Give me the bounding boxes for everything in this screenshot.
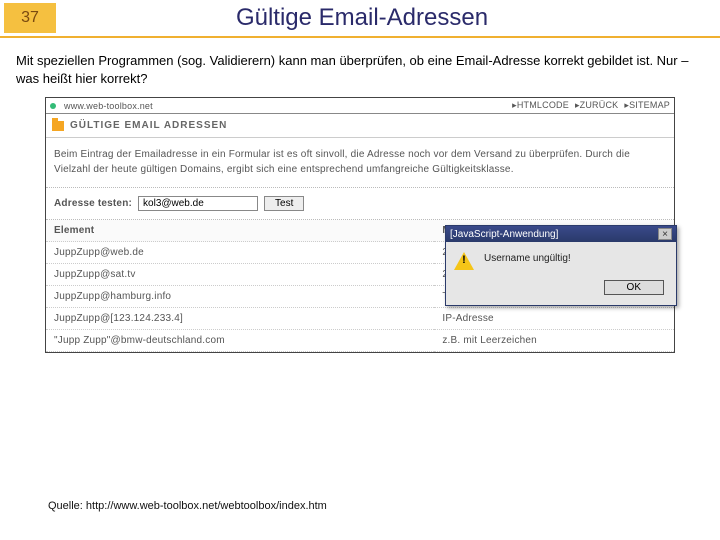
test-label: Adresse testen: — [54, 198, 132, 209]
slide-number: 37 — [4, 3, 56, 33]
dialog-body: ! Username ungültig! — [446, 242, 676, 276]
breadcrumb: GÜLTIGE EMAIL ADRESSEN — [46, 114, 674, 138]
col-header-element: Element — [46, 220, 434, 242]
table-row: "Jupp Zupp"@bmw-deutschland.comz.B. mit … — [46, 330, 674, 352]
screenshot-container: www.web-toolbox.net ▸HTMLCODE ▸ZURÜCK ▸S… — [45, 97, 675, 353]
nav-sitemap[interactable]: ▸SITEMAP — [624, 100, 670, 111]
globe-icon — [50, 101, 58, 111]
url-text: www.web-toolbox.net — [64, 101, 153, 111]
test-button[interactable]: Test — [264, 196, 304, 211]
dialog-button-row: OK — [446, 276, 676, 305]
close-icon[interactable]: × — [658, 228, 672, 240]
js-alert-dialog: [JavaScript-Anwendung] × ! Username ungü… — [445, 225, 677, 306]
screenshot-intro: Beim Eintrag der Emailadresse in ein For… — [46, 138, 674, 188]
nav-htmlcode[interactable]: ▸HTMLCODE — [512, 100, 569, 111]
nav-back[interactable]: ▸ZURÜCK — [575, 100, 618, 111]
intro-text: Mit speziellen Programmen (sog. Validier… — [0, 52, 720, 97]
folder-icon — [52, 121, 64, 131]
test-row: Adresse testen: Test — [46, 188, 674, 220]
header-row: 37 Gültige Email-Adressen — [0, 0, 720, 38]
url-bar: www.web-toolbox.net ▸HTMLCODE ▸ZURÜCK ▸S… — [46, 98, 674, 114]
page-title: Gültige Email-Adressen — [56, 4, 720, 32]
address-input[interactable] — [138, 196, 258, 211]
table-row: JuppZupp@[123.124.233.4]IP-Adresse — [46, 308, 674, 330]
source-label: Quelle: — [48, 500, 86, 512]
dialog-titlebar: [JavaScript-Anwendung] × — [446, 226, 676, 242]
warning-icon: ! — [454, 252, 474, 270]
dialog-message: Username ungültig! — [484, 252, 668, 264]
source-line: Quelle: http://www.web-toolbox.net/webto… — [48, 500, 327, 512]
breadcrumb-text: GÜLTIGE EMAIL ADRESSEN — [70, 120, 227, 131]
ok-button[interactable]: OK — [604, 280, 664, 295]
source-url: http://www.web-toolbox.net/webtoolbox/in… — [86, 500, 327, 512]
dialog-title: [JavaScript-Anwendung] — [450, 229, 658, 240]
